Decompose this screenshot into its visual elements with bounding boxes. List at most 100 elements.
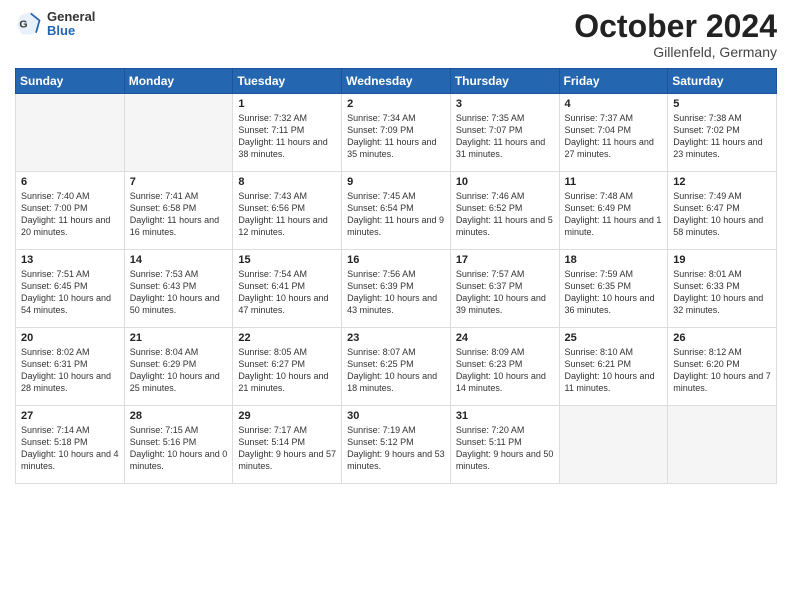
calendar-cell <box>124 94 233 172</box>
week-row-1: 1 Sunrise: 7:32 AM Sunset: 7:11 PM Daylig… <box>16 94 777 172</box>
day-number: 9 <box>347 176 445 188</box>
day-number: 8 <box>238 176 336 188</box>
weekday-header-tuesday: Tuesday <box>233 69 342 94</box>
day-number: 2 <box>347 98 445 110</box>
day-info: Sunrise: 7:34 AM Sunset: 7:09 PM Dayligh… <box>347 112 445 161</box>
calendar-cell: 20 Sunrise: 8:02 AM Sunset: 6:31 PM Dayli… <box>16 328 125 406</box>
day-info: Sunrise: 7:20 AM Sunset: 5:11 PM Dayligh… <box>456 424 554 473</box>
calendar-cell: 23 Sunrise: 8:07 AM Sunset: 6:25 PM Dayli… <box>342 328 451 406</box>
week-row-5: 27Sunrise: 7:14 AM Sunset: 5:18 PM Dayli… <box>16 406 777 484</box>
day-number: 7 <box>130 176 228 188</box>
day-number: 20 <box>21 332 119 344</box>
weekday-header-row: SundayMondayTuesdayWednesdayThursdayFrid… <box>16 69 777 94</box>
calendar-cell: 13 Sunrise: 7:51 AM Sunset: 6:45 PM Dayli… <box>16 250 125 328</box>
day-info: Sunrise: 7:40 AM Sunset: 7:00 PM Dayligh… <box>21 190 119 239</box>
calendar-cell: 16Sunrise: 7:56 AM Sunset: 6:39 PM Dayli… <box>342 250 451 328</box>
day-number: 19 <box>673 254 771 266</box>
day-info: Sunrise: 7:46 AM Sunset: 6:52 PM Dayligh… <box>456 190 554 239</box>
day-number: 4 <box>565 98 663 110</box>
day-info: Sunrise: 7:17 AM Sunset: 5:14 PM Dayligh… <box>238 424 336 473</box>
weekday-header-thursday: Thursday <box>450 69 559 94</box>
weekday-header-saturday: Saturday <box>668 69 777 94</box>
day-info: Sunrise: 7:53 AM Sunset: 6:43 PM Dayligh… <box>130 268 228 317</box>
title-block: October 2024 Gillenfeld, Germany <box>574 10 777 60</box>
calendar-title: October 2024 <box>574 10 777 42</box>
calendar-cell: 29Sunrise: 7:17 AM Sunset: 5:14 PM Dayli… <box>233 406 342 484</box>
day-info: Sunrise: 7:38 AM Sunset: 7:02 PM Dayligh… <box>673 112 771 161</box>
calendar-cell: 19 Sunrise: 8:01 AM Sunset: 6:33 PM Dayli… <box>668 250 777 328</box>
day-number: 21 <box>130 332 228 344</box>
day-info: Sunrise: 7:43 AM Sunset: 6:56 PM Dayligh… <box>238 190 336 239</box>
day-info: Sunrise: 7:35 AM Sunset: 7:07 PM Dayligh… <box>456 112 554 161</box>
day-number: 12 <box>673 176 771 188</box>
day-number: 5 <box>673 98 771 110</box>
calendar-cell: 21 Sunrise: 8:04 AM Sunset: 6:29 PM Dayli… <box>124 328 233 406</box>
calendar-cell: 18 Sunrise: 7:59 AM Sunset: 6:35 PM Dayli… <box>559 250 668 328</box>
page: G General Blue October 2024 Gillenfeld, … <box>0 0 792 612</box>
day-info: Sunrise: 8:07 AM Sunset: 6:25 PM Dayligh… <box>347 346 445 395</box>
calendar-cell: 8 Sunrise: 7:43 AM Sunset: 6:56 PM Daylig… <box>233 172 342 250</box>
day-number: 3 <box>456 98 554 110</box>
day-number: 14 <box>130 254 228 266</box>
calendar-cell: 14 Sunrise: 7:53 AM Sunset: 6:43 PM Dayli… <box>124 250 233 328</box>
calendar-cell: 11 Sunrise: 7:48 AM Sunset: 6:49 PM Dayli… <box>559 172 668 250</box>
svg-text:G: G <box>19 19 27 31</box>
day-number: 30 <box>347 410 445 422</box>
calendar-cell: 24 Sunrise: 8:09 AM Sunset: 6:23 PM Dayli… <box>450 328 559 406</box>
day-info: Sunrise: 7:49 AM Sunset: 6:47 PM Dayligh… <box>673 190 771 239</box>
day-number: 23 <box>347 332 445 344</box>
day-number: 17 <box>456 254 554 266</box>
day-number: 15 <box>238 254 336 266</box>
day-info: Sunrise: 7:51 AM Sunset: 6:45 PM Dayligh… <box>21 268 119 317</box>
calendar-cell: 7 Sunrise: 7:41 AM Sunset: 6:58 PM Daylig… <box>124 172 233 250</box>
calendar-cell: 6Sunrise: 7:40 AM Sunset: 7:00 PM Daylig… <box>16 172 125 250</box>
calendar-cell: 4Sunrise: 7:37 AM Sunset: 7:04 PM Daylig… <box>559 94 668 172</box>
day-number: 13 <box>21 254 119 266</box>
calendar-cell: 30 Sunrise: 7:19 AM Sunset: 5:12 PM Dayli… <box>342 406 451 484</box>
logo: G General Blue <box>15 10 95 39</box>
weekday-header-sunday: Sunday <box>16 69 125 94</box>
day-info: Sunrise: 8:02 AM Sunset: 6:31 PM Dayligh… <box>21 346 119 395</box>
day-info: Sunrise: 7:32 AM Sunset: 7:11 PM Dayligh… <box>238 112 336 161</box>
day-number: 1 <box>238 98 336 110</box>
day-info: Sunrise: 7:59 AM Sunset: 6:35 PM Dayligh… <box>565 268 663 317</box>
calendar-cell: 10Sunrise: 7:46 AM Sunset: 6:52 PM Dayli… <box>450 172 559 250</box>
header: G General Blue October 2024 Gillenfeld, … <box>15 10 777 60</box>
week-row-4: 20 Sunrise: 8:02 AM Sunset: 6:31 PM Dayli… <box>16 328 777 406</box>
day-info: Sunrise: 8:09 AM Sunset: 6:23 PM Dayligh… <box>456 346 554 395</box>
calendar-cell: 28 Sunrise: 7:15 AM Sunset: 5:16 PM Dayli… <box>124 406 233 484</box>
logo-icon: G <box>15 10 43 38</box>
day-info: Sunrise: 8:01 AM Sunset: 6:33 PM Dayligh… <box>673 268 771 317</box>
day-number: 28 <box>130 410 228 422</box>
calendar-cell: 3 Sunrise: 7:35 AM Sunset: 7:07 PM Daylig… <box>450 94 559 172</box>
day-number: 24 <box>456 332 554 344</box>
day-info: Sunrise: 8:12 AM Sunset: 6:20 PM Dayligh… <box>673 346 771 395</box>
day-number: 31 <box>456 410 554 422</box>
day-info: Sunrise: 7:19 AM Sunset: 5:12 PM Dayligh… <box>347 424 445 473</box>
logo-general: General <box>47 10 95 24</box>
day-info: Sunrise: 7:45 AM Sunset: 6:54 PM Dayligh… <box>347 190 445 239</box>
calendar-cell: 9 Sunrise: 7:45 AM Sunset: 6:54 PM Daylig… <box>342 172 451 250</box>
calendar-cell <box>559 406 668 484</box>
day-info: Sunrise: 7:54 AM Sunset: 6:41 PM Dayligh… <box>238 268 336 317</box>
day-number: 18 <box>565 254 663 266</box>
calendar-cell: 1 Sunrise: 7:32 AM Sunset: 7:11 PM Daylig… <box>233 94 342 172</box>
weekday-header-wednesday: Wednesday <box>342 69 451 94</box>
calendar-subtitle: Gillenfeld, Germany <box>574 44 777 60</box>
day-info: Sunrise: 7:15 AM Sunset: 5:16 PM Dayligh… <box>130 424 228 473</box>
weekday-header-friday: Friday <box>559 69 668 94</box>
calendar-cell: 12 Sunrise: 7:49 AM Sunset: 6:47 PM Dayli… <box>668 172 777 250</box>
calendar-cell: 31 Sunrise: 7:20 AM Sunset: 5:11 PM Dayli… <box>450 406 559 484</box>
day-info: Sunrise: 7:57 AM Sunset: 6:37 PM Dayligh… <box>456 268 554 317</box>
day-info: Sunrise: 8:10 AM Sunset: 6:21 PM Dayligh… <box>565 346 663 395</box>
calendar-cell: 27Sunrise: 7:14 AM Sunset: 5:18 PM Dayli… <box>16 406 125 484</box>
day-info: Sunrise: 7:41 AM Sunset: 6:58 PM Dayligh… <box>130 190 228 239</box>
day-number: 11 <box>565 176 663 188</box>
day-info: Sunrise: 8:04 AM Sunset: 6:29 PM Dayligh… <box>130 346 228 395</box>
week-row-3: 13 Sunrise: 7:51 AM Sunset: 6:45 PM Dayli… <box>16 250 777 328</box>
weekday-header-monday: Monday <box>124 69 233 94</box>
day-number: 22 <box>238 332 336 344</box>
day-info: Sunrise: 7:48 AM Sunset: 6:49 PM Dayligh… <box>565 190 663 239</box>
calendar-cell: 26Sunrise: 8:12 AM Sunset: 6:20 PM Dayli… <box>668 328 777 406</box>
day-info: Sunrise: 8:05 AM Sunset: 6:27 PM Dayligh… <box>238 346 336 395</box>
